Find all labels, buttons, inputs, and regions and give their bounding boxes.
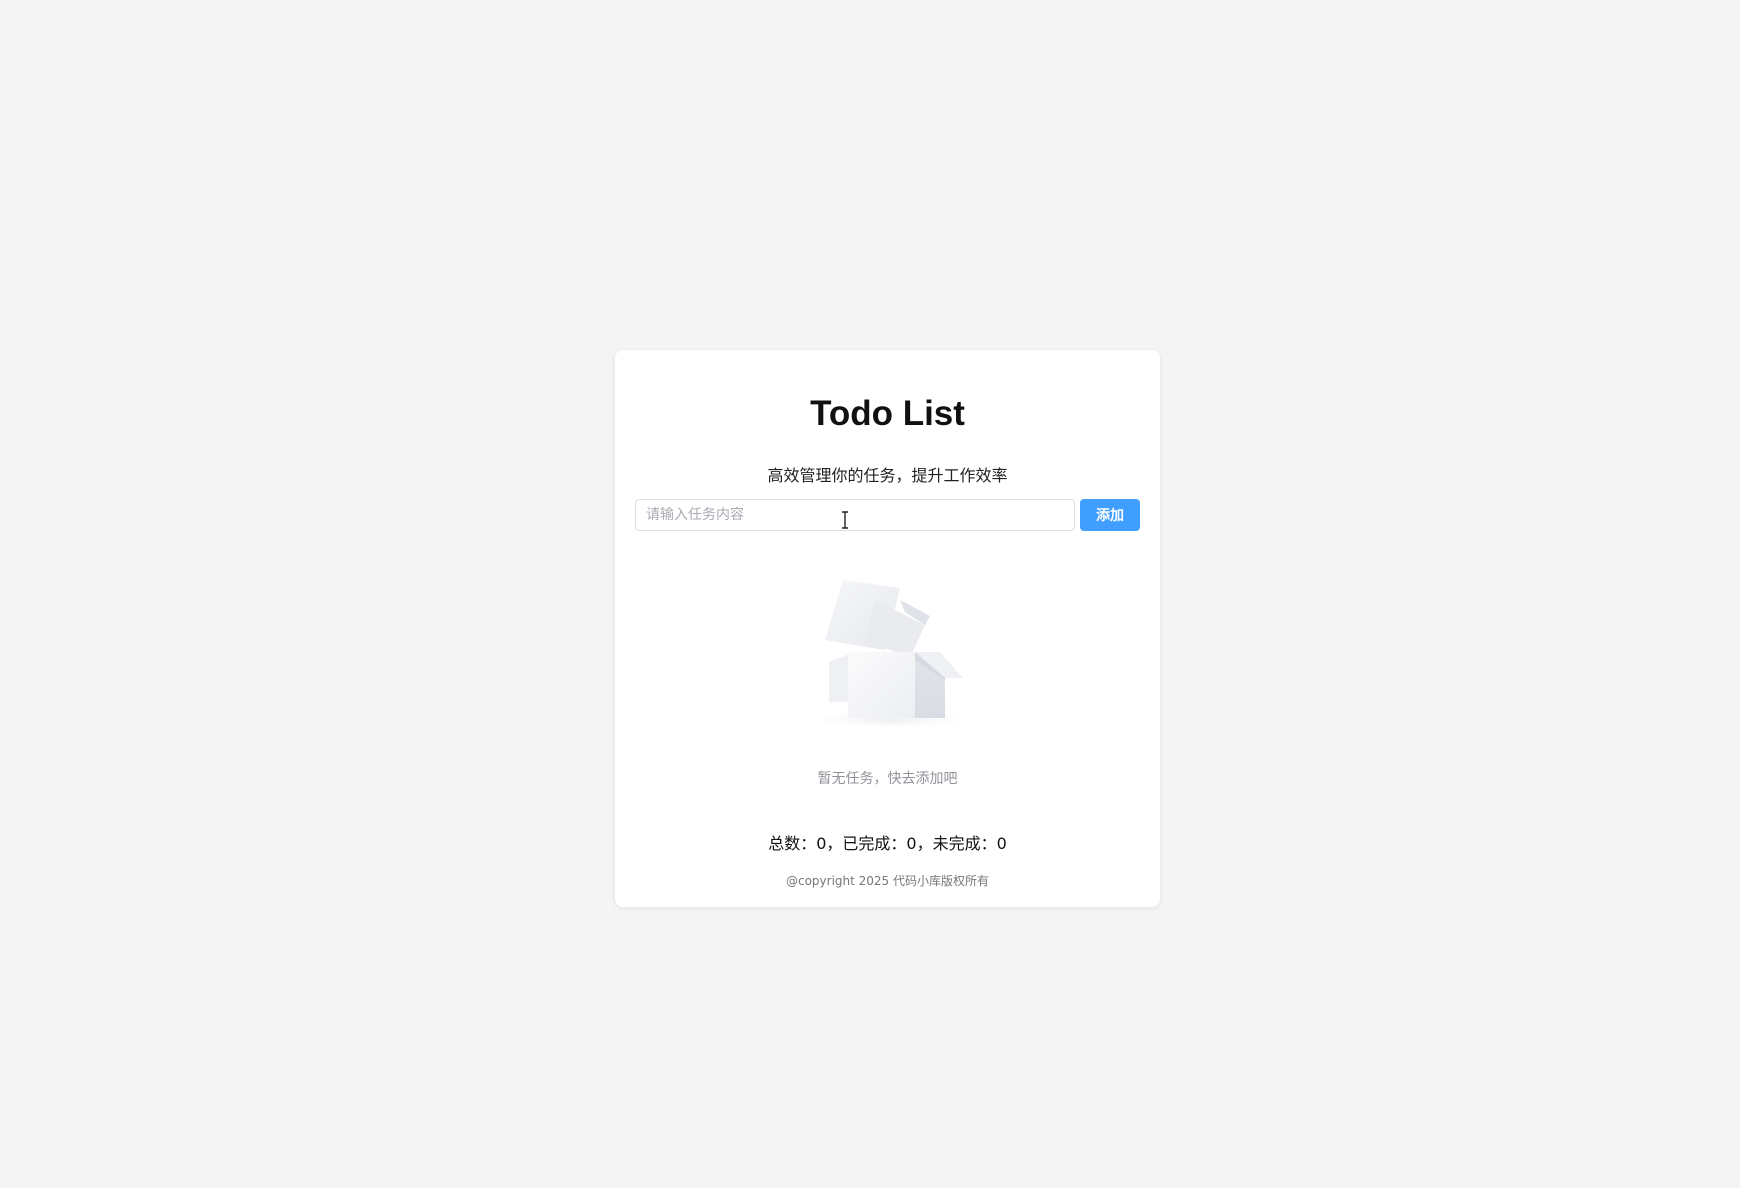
empty-state-text: 暂无任务，快去添加吧: [817, 771, 958, 787]
add-task-form: 添加: [635, 499, 1140, 531]
footer-copyright: @copyright 2025 代码小库版权所有: [785, 874, 990, 888]
add-button[interactable]: 添加: [1080, 499, 1140, 531]
page-subtitle: 高效管理你的任务，提升工作效率: [767, 466, 1008, 485]
todo-card: Todo List 高效管理你的任务，提升工作效率 添加: [615, 350, 1160, 907]
task-input[interactable]: [635, 499, 1075, 531]
text-cursor-icon: [842, 511, 848, 529]
page-title: Todo List: [810, 394, 965, 433]
task-stats: 总数：0，已完成：0，未完成：0: [768, 834, 1007, 853]
empty-box-icon: [810, 580, 970, 728]
